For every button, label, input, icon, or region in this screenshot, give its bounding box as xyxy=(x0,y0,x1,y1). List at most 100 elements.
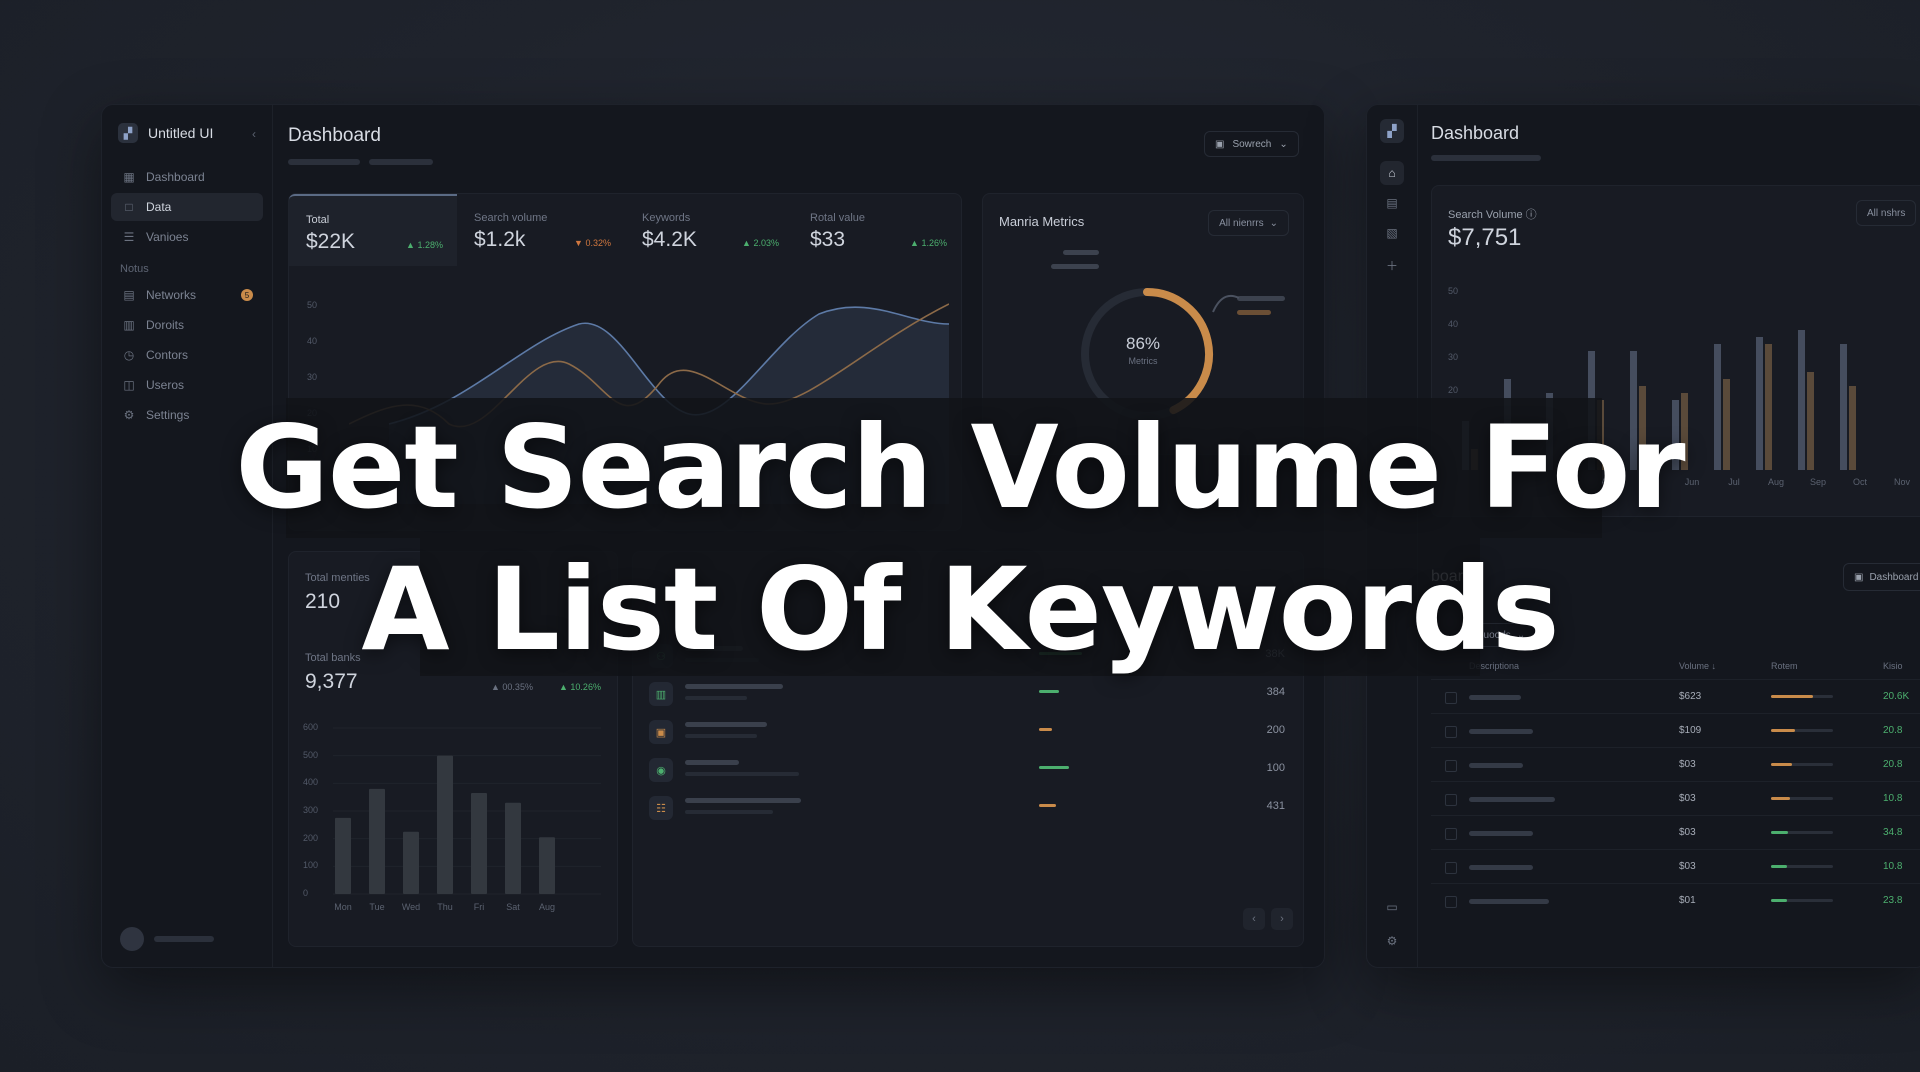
bar-chart-icon: ▥ xyxy=(123,318,135,332)
rotem-progress-fill xyxy=(1771,695,1813,698)
row-checkbox[interactable] xyxy=(1445,794,1457,806)
plus-icon[interactable]: ＋ xyxy=(1380,253,1404,277)
sidebar-item-networks[interactable]: ▤ Networks 5 xyxy=(111,281,263,309)
volume-value: 200 xyxy=(1266,724,1285,736)
headline-line-1: Get Search Volume For xyxy=(235,401,1685,534)
list-item[interactable]: ◉ 100 xyxy=(649,754,1285,788)
keyword-subtext-placeholder xyxy=(685,772,799,776)
legend-bar xyxy=(1237,310,1271,315)
table-row[interactable]: $03 10.8 xyxy=(1431,781,1920,816)
stat-delta: ▲ 1.26% xyxy=(910,238,947,248)
bar xyxy=(505,802,521,894)
sidebar-item-data[interactable]: □ Data xyxy=(111,193,263,221)
sidebar: ▞ Untitled UI ‹ ▦ Dashboard □ Data ☰ Van… xyxy=(102,105,273,967)
volume-cell: $109 xyxy=(1679,725,1702,736)
document-icon[interactable]: ▧ xyxy=(1380,221,1404,245)
volume-value: 384 xyxy=(1266,686,1285,698)
volume-cell: $01 xyxy=(1679,895,1696,906)
next-page-button[interactable]: › xyxy=(1271,908,1293,930)
stat-delta-value: 1.26% xyxy=(921,238,947,248)
volume-cell: $03 xyxy=(1679,759,1696,770)
description-placeholder xyxy=(1469,865,1533,870)
kisio-cell: 10.8 xyxy=(1883,793,1903,804)
inbox-icon[interactable]: ▭ xyxy=(1380,895,1404,919)
kisio-cell: 23.8 xyxy=(1883,895,1903,906)
subtitle-placeholder xyxy=(288,159,360,165)
x-tick: Aug xyxy=(538,902,555,912)
brand-name: Untitled UI xyxy=(148,125,214,141)
stat-tab-total[interactable]: Total $22K ▲ 1.28% xyxy=(289,194,457,266)
rotem-progress-track xyxy=(1771,695,1833,698)
list-item[interactable]: ☷ 431 xyxy=(649,792,1285,826)
prev-page-button[interactable]: ‹ xyxy=(1243,908,1265,930)
row-checkbox[interactable] xyxy=(1445,896,1457,908)
date-select[interactable]: ▣ Sowrech ⌄ xyxy=(1204,131,1299,157)
table-row[interactable]: $03 34.8 xyxy=(1431,815,1920,850)
sidebar-item-dashboard[interactable]: ▦ Dashboard xyxy=(111,163,263,191)
rotem-progress-track xyxy=(1771,831,1833,834)
table-row[interactable]: $03 20.8 xyxy=(1431,747,1920,782)
sidebar-item-label: Useros xyxy=(146,378,185,392)
row-checkbox[interactable] xyxy=(1445,760,1457,772)
row-checkbox[interactable] xyxy=(1445,828,1457,840)
stat-tab-search-volume[interactable]: Search volume $1.2k ▼ 0.32% xyxy=(457,194,625,264)
description-placeholder xyxy=(1469,729,1533,734)
rotem-progress-track xyxy=(1771,729,1833,732)
volume-value: 100 xyxy=(1266,762,1285,774)
stat-delta-value: 0.32% xyxy=(585,238,611,248)
sidebar-item-contors[interactable]: ◷ Contors xyxy=(111,341,263,369)
row-checkbox[interactable] xyxy=(1445,726,1457,738)
gear-icon[interactable]: ⚙ xyxy=(1380,929,1404,953)
subtitle-placeholder xyxy=(369,159,433,165)
kisio-cell: 34.8 xyxy=(1883,827,1903,838)
calendar-icon[interactable]: ▤ xyxy=(1380,191,1404,215)
sidebar-item-doroits[interactable]: ▥ Doroits xyxy=(111,311,263,339)
collapse-sidebar-icon[interactable]: ‹ xyxy=(252,127,256,141)
kisio-cell: 20.8 xyxy=(1883,725,1903,736)
play-square-icon: ▣ xyxy=(649,720,673,744)
y-tick: 50 xyxy=(307,300,318,310)
keyword-subtext-placeholder xyxy=(685,696,747,700)
stat-tab-rotal-value[interactable]: Rotal value $33 ▲ 1.26% xyxy=(793,194,961,264)
stat-label: Keywords xyxy=(642,212,691,224)
legend-bar xyxy=(1237,296,1285,301)
table-row[interactable]: $01 23.8 xyxy=(1431,883,1920,918)
subtitle-placeholder xyxy=(1431,155,1541,161)
stat-value: $22K xyxy=(306,230,356,253)
sidebar-item-useros[interactable]: ◫ Useros xyxy=(111,371,263,399)
legend-bar xyxy=(1063,250,1099,255)
list-item[interactable]: ▥ 384 xyxy=(649,678,1285,712)
stat-delta: ▲ 2.03% xyxy=(742,238,779,248)
user-profile[interactable] xyxy=(120,927,214,951)
kisio-cell: 10.8 xyxy=(1883,861,1903,872)
stat-delta: ▼ 0.32% xyxy=(574,238,611,248)
description-placeholder xyxy=(1469,899,1549,904)
home-icon[interactable]: ⌂ xyxy=(1380,161,1404,185)
list-item[interactable]: ▣ 200 xyxy=(649,716,1285,750)
table-row[interactable]: $03 10.8 xyxy=(1431,849,1920,884)
page-title: Dashboard xyxy=(288,125,381,146)
volume-cell: $623 xyxy=(1679,691,1702,702)
bar xyxy=(437,755,453,894)
description-placeholder xyxy=(1469,695,1521,700)
username-placeholder xyxy=(154,936,214,942)
table-row[interactable]: $623 20.6K xyxy=(1431,679,1920,714)
brand[interactable]: ▞ Untitled UI xyxy=(118,123,213,143)
sidebar-item-vanioes[interactable]: ☰ Vanioes xyxy=(111,223,263,251)
table-row[interactable]: $109 20.8 xyxy=(1431,713,1920,748)
sidebar-nav: ▦ Dashboard □ Data ☰ Vanioes Notus ▤ Net… xyxy=(111,163,263,431)
volume-bar xyxy=(1039,728,1052,731)
sidebar-item-label: Networks xyxy=(146,288,197,302)
kisio-cell: 20.8 xyxy=(1883,759,1903,770)
stat-tab-keywords[interactable]: Keywords $4.2K ▲ 2.03% xyxy=(625,194,793,264)
row-checkbox[interactable] xyxy=(1445,862,1457,874)
volume-cell: $03 xyxy=(1679,793,1696,804)
chevron-down-icon: ⌄ xyxy=(1279,138,1288,150)
volume-value: 431 xyxy=(1266,800,1285,812)
menu-icon: ☰ xyxy=(123,230,135,244)
description-placeholder xyxy=(1469,763,1523,768)
row-checkbox[interactable] xyxy=(1445,692,1457,704)
bar xyxy=(369,788,385,894)
stat-label: Search volume xyxy=(474,212,548,224)
logo-icon[interactable]: ▞ xyxy=(1380,119,1404,143)
